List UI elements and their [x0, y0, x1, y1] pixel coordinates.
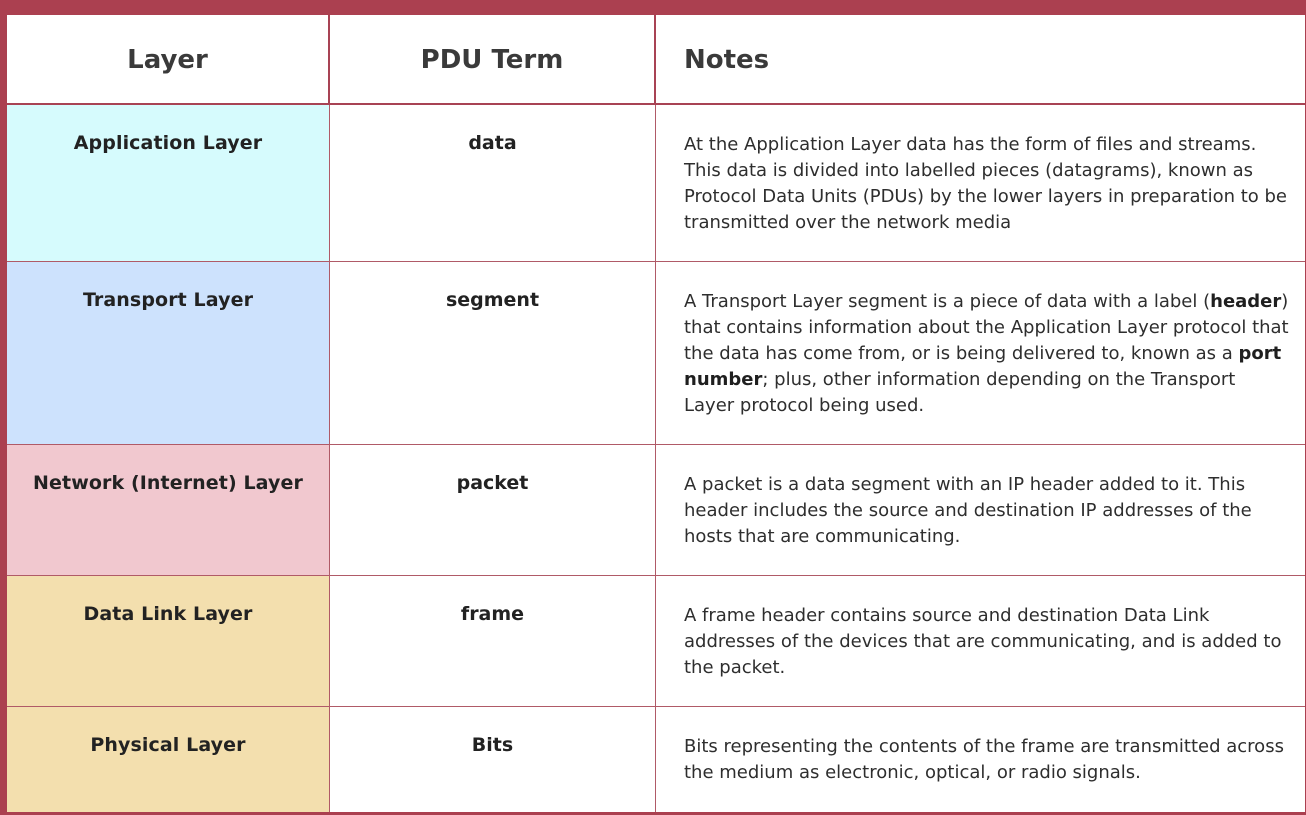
header-pdu-term: PDU Term: [330, 15, 656, 105]
header-layer: Layer: [7, 15, 330, 105]
layer-cell-physical: Physical Layer: [7, 707, 330, 812]
pdu-cell-application: data: [330, 105, 656, 262]
layer-cell-network: Network (Internet) Layer: [7, 445, 330, 576]
table-frame: Layer PDU Term Notes Application Layer d…: [0, 0, 1306, 815]
pdu-cell-physical: Bits: [330, 707, 656, 812]
layer-cell-transport: Transport Layer: [7, 262, 330, 445]
notes-cell-physical: Bits representing the contents of the fr…: [684, 736, 1284, 783]
layer-cell-application: Application Layer: [7, 105, 330, 262]
pdu-cell-transport: segment: [330, 262, 656, 445]
header-notes: Notes: [656, 15, 1305, 105]
notes-cell-data-link: A frame header contains source and desti…: [656, 576, 1305, 707]
pdu-cell-network: packet: [330, 445, 656, 576]
notes-cell-network: A packet is a data segment with an IP he…: [656, 445, 1305, 576]
notes-text: A Transport Layer segment is a piece of …: [684, 291, 1211, 312]
layer-cell-data-link: Data Link Layer: [7, 576, 330, 707]
pdu-table: Layer PDU Term Notes Application Layer d…: [7, 15, 1305, 812]
notes-text: ; plus, other information depending on t…: [684, 369, 1236, 416]
notes-cell-application: At the Application Layer data has the fo…: [656, 105, 1305, 262]
pdu-cell-data-link: frame: [330, 576, 656, 707]
notes-bold-header: header: [1210, 291, 1282, 312]
notes-cell-transport: A Transport Layer segment is a piece of …: [656, 262, 1305, 445]
